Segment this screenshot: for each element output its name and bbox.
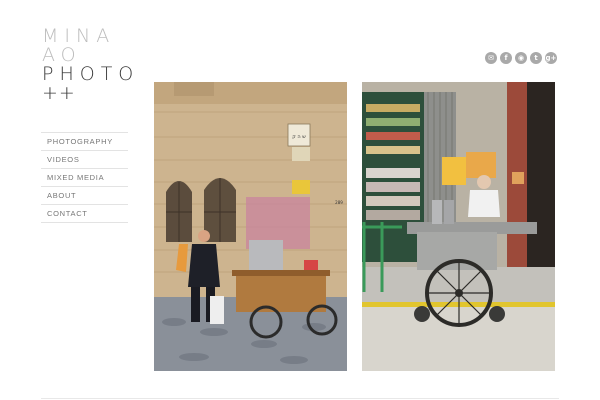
nav-item-videos[interactable]: VIDEOS [41, 151, 128, 169]
nav-item-photography[interactable]: PHOTOGRAPHY [41, 133, 128, 151]
photo-street-vendor-cart-shop[interactable] [362, 82, 555, 371]
social-links: ✉ f ◉ t g+ [485, 52, 557, 64]
footer-divider [41, 398, 559, 399]
nav-item-contact[interactable]: CONTACT [41, 205, 128, 223]
site-logo[interactable]: MINA AO PHOTO ++ [42, 27, 139, 103]
main-nav: PHOTOGRAPHY VIDEOS MIXED MEDIA ABOUT CON… [41, 132, 128, 223]
logo-line-4: ++ [42, 82, 76, 104]
nav-item-mixed-media[interactable]: MIXED MEDIA [41, 169, 128, 187]
google-plus-icon[interactable]: g+ [545, 52, 557, 64]
wall-sign-text: ש ה ק [292, 134, 306, 140]
nav-item-about[interactable]: ABOUT [41, 187, 128, 205]
facebook-icon[interactable]: f [500, 52, 512, 64]
photo-street-vendor-stone-wall[interactable]: ש ה ק 289 [154, 82, 347, 371]
wall-number-text: 289 [335, 200, 343, 205]
email-icon[interactable]: ✉ [485, 52, 497, 64]
twitter-icon[interactable]: t [530, 52, 542, 64]
photo-2-illustration [362, 82, 555, 371]
photo-1-illustration: ש ה ק 289 [154, 82, 347, 371]
flickr-icon[interactable]: ◉ [515, 52, 527, 64]
